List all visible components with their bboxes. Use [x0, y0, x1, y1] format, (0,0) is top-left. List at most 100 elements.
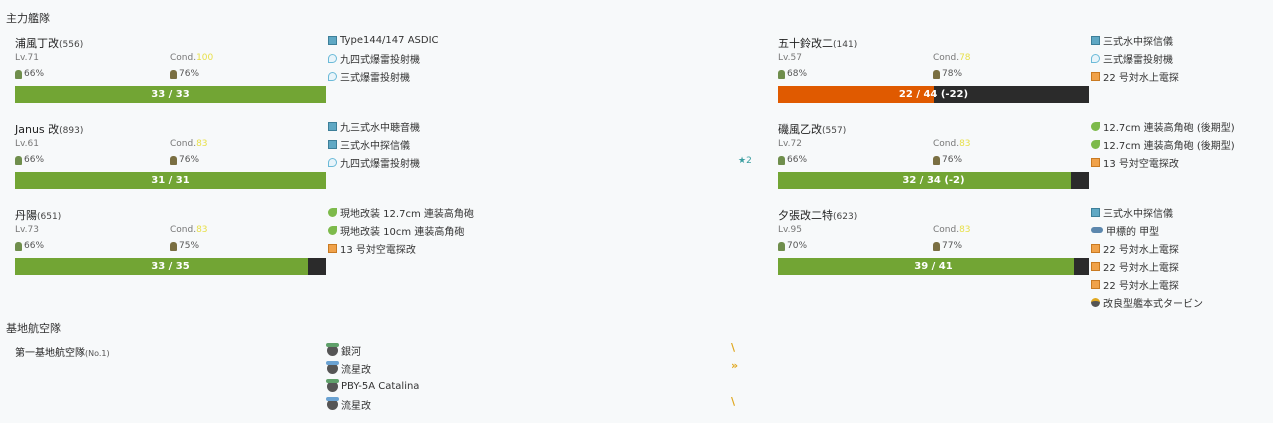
ship-name-text: 五十鈴改二 — [778, 37, 833, 50]
equipment-name: 13 号対空電探改 — [1103, 158, 1179, 170]
fuel-stat: 76% — [170, 69, 199, 79]
ammo-value: 66% — [24, 241, 45, 251]
equipment-slot[interactable]: 九四式爆雷投射機 — [328, 154, 420, 170]
fuel-stat: 75% — [170, 241, 199, 251]
ship-name: 磯風乙改(557) — [778, 121, 846, 137]
ship-name: 丹陽(651) — [15, 207, 61, 223]
equipment-name: 13 号対空電探改 — [340, 244, 416, 256]
equipment-name: 22 号対水上電探 — [1103, 244, 1179, 256]
equipment-name: 改良型艦本式タービン — [1103, 298, 1203, 310]
equipment-slot[interactable]: 甲標的 甲型 — [1091, 222, 1159, 238]
radar-icon — [1091, 279, 1100, 289]
ship-level: Lv.72 — [778, 139, 802, 149]
hp-bar: 31 / 31 — [15, 172, 326, 189]
condition-value: 83 — [959, 139, 971, 149]
plane-icon — [326, 360, 339, 374]
ship-level: Lv.95 — [778, 225, 802, 235]
equipment-slot[interactable]: 三式爆雷投射機 — [1091, 50, 1173, 66]
equipment-name: 22 号対水上電探 — [1103, 262, 1179, 274]
fuel-value: 78% — [942, 69, 963, 79]
ship-id: (141) — [833, 40, 858, 50]
equipment-name: 三式爆雷投射機 — [1103, 54, 1173, 66]
radar-icon — [1091, 71, 1100, 81]
ship-condition: Cond.83 — [170, 139, 208, 149]
equipment-slot[interactable]: 改良型艦本式タービン — [1091, 294, 1203, 310]
condition-value: 83 — [959, 225, 971, 235]
ammo-icon — [778, 155, 785, 165]
equipment-name: 九四式爆雷投射機 — [340, 158, 420, 170]
equipment-slot[interactable]: 22 号対水上電探 — [1091, 68, 1179, 84]
sonar-icon — [328, 35, 337, 45]
ship-name: 浦風丁改(556) — [15, 35, 83, 51]
equipment-slot[interactable]: 22 号対水上電探 — [1091, 258, 1179, 274]
ship-name-text: 浦風丁改 — [15, 37, 59, 50]
equipment-slot[interactable]: 12.7cm 連装高角砲 (後期型) — [1091, 136, 1235, 152]
equipment-slot[interactable]: 12.7cm 連装高角砲 (後期型) — [1091, 118, 1235, 134]
plane-icon — [326, 342, 339, 356]
equipment-slot[interactable]: 13 号対空電探改 — [328, 240, 416, 256]
ship-name-text: Janus 改 — [15, 123, 60, 136]
ship-id: (893) — [59, 126, 84, 136]
fuel-value: 76% — [942, 155, 963, 165]
ship-card: Janus 改(893) Lv.61 Cond.83 66% 76% 31 / 31 九三式… — [15, 121, 495, 201]
hp-text: 31 / 31 — [151, 175, 190, 186]
ship-name: 夕張改二特(623) — [778, 207, 857, 223]
condition-label: Cond. — [933, 53, 960, 63]
proficiency-icon: \ — [731, 395, 736, 408]
ship-id: (623) — [833, 212, 858, 222]
lbas-plane-slot[interactable]: 流星改 — [326, 396, 371, 412]
equipment-slot[interactable]: 三式水中探信儀 — [328, 136, 410, 152]
equipment-slot[interactable]: 三式水中探信儀 — [1091, 32, 1173, 48]
fuel-value: 77% — [942, 241, 963, 251]
ship-name: Janus 改(893) — [15, 121, 83, 137]
equipment-slot[interactable]: 22 号対水上電探 — [1091, 276, 1179, 292]
equipment-slot[interactable]: 現地改装 10cm 連装高角砲 — [328, 222, 464, 238]
ammo-icon — [778, 69, 785, 79]
radar-icon — [328, 243, 337, 253]
lbas-plane-slot[interactable]: 銀河 — [326, 342, 361, 358]
ship-card: 磯風乙改(557) Lv.72 Cond.83 66% 76% 32 / 34 (-2) 1… — [778, 121, 1258, 201]
ammo-icon — [15, 69, 22, 79]
hp-text: 33 / 33 — [151, 89, 190, 100]
equipment-name: 三式水中探信儀 — [1103, 208, 1173, 220]
lbas-squadron-number: (No.1) — [85, 349, 110, 358]
ammo-icon — [15, 155, 22, 165]
ship-card: 五十鈴改二(141) Lv.57 Cond.78 68% 78% 22 / 44 (-22… — [778, 35, 1258, 115]
fuel-icon — [170, 241, 177, 251]
equipment-name: 12.7cm 連装高角砲 (後期型) — [1103, 140, 1235, 152]
lbas-plane-slot[interactable]: 流星改 — [326, 360, 371, 376]
lbas-plane-slot[interactable]: PBY-5A Catalina — [326, 378, 420, 394]
equipment-slot[interactable]: 三式爆雷投射機 — [328, 68, 410, 84]
ammo-icon — [778, 241, 785, 251]
ship-level: Lv.57 — [778, 53, 802, 63]
fuel-value: 76% — [179, 69, 200, 79]
hp-bar: 33 / 35 — [15, 258, 326, 275]
fuel-icon — [933, 69, 940, 79]
equipment-slot[interactable]: 22 号対水上電探 — [1091, 240, 1179, 256]
equipment-slot[interactable]: 三式水中探信儀 — [1091, 204, 1173, 220]
hp-bar: 22 / 44 (-22) — [778, 86, 1089, 103]
equipment-name: 22 号対水上電探 — [1103, 280, 1179, 292]
condition-label: Cond. — [170, 139, 197, 149]
hp-bar: 33 / 33 — [15, 86, 326, 103]
radar-icon — [1091, 261, 1100, 271]
gun-icon — [1091, 139, 1100, 149]
lbas-squadron-label: 第一基地航空隊 — [15, 348, 85, 359]
equipment-name: 三式水中探信儀 — [340, 140, 410, 152]
condition-value: 100 — [196, 53, 214, 63]
equipment-name: 12.7cm 連装高角砲 (後期型) — [1103, 122, 1235, 134]
sonar-icon — [1091, 207, 1100, 217]
plane-name: PBY-5A Catalina — [341, 380, 420, 392]
fuel-stat: 76% — [933, 155, 962, 165]
fuel-icon — [933, 155, 940, 165]
main-fleet-title: 主力艦隊 — [6, 12, 50, 25]
proficiency-icon: » — [731, 359, 739, 372]
equipment-slot[interactable]: 九四式爆雷投射機 — [328, 50, 420, 66]
fuel-stat: 76% — [170, 155, 199, 165]
sonar-icon — [328, 139, 337, 149]
ammo-value: 66% — [24, 155, 45, 165]
equipment-slot[interactable]: 九三式水中聴音機 — [328, 118, 420, 134]
equipment-slot[interactable]: 13 号対空電探改 — [1091, 154, 1179, 170]
equipment-slot[interactable]: 現地改装 12.7cm 連装高角砲 — [328, 204, 474, 220]
equipment-slot[interactable]: Type144/147 ASDIC — [328, 32, 439, 48]
